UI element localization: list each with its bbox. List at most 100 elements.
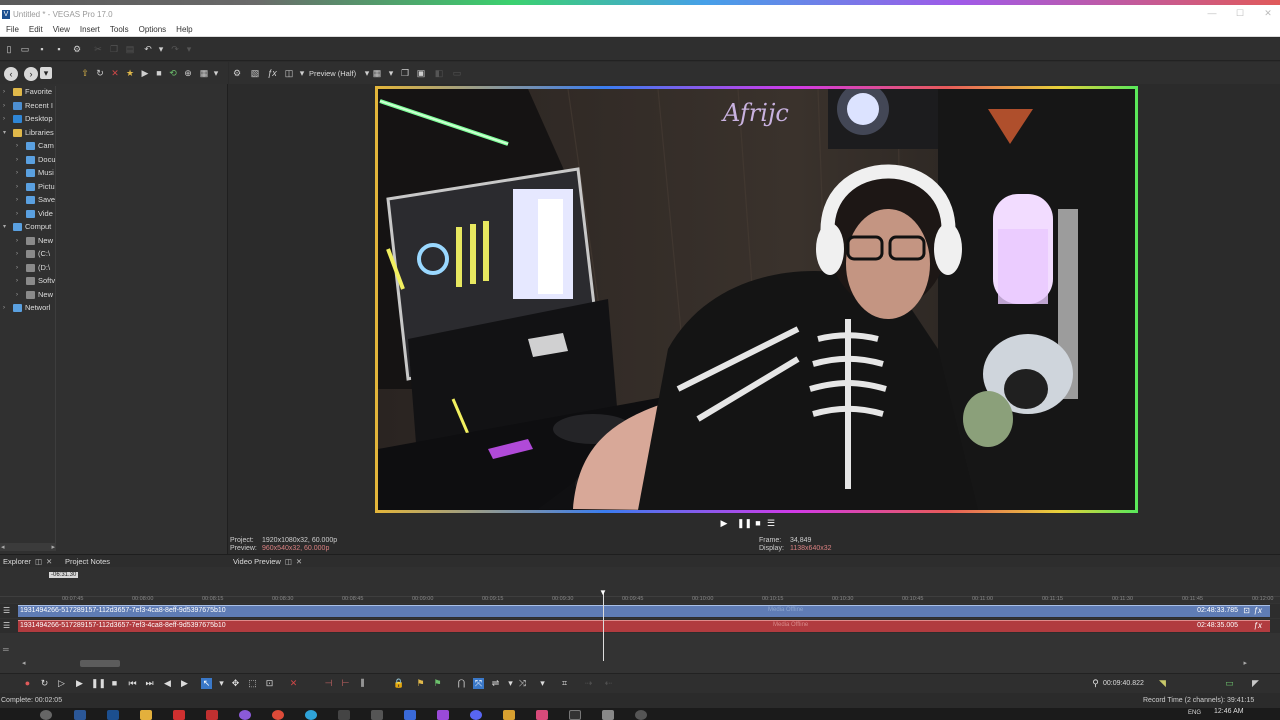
expand-arrow-icon[interactable]: › [3, 302, 9, 314]
close-button[interactable]: ✕ [1262, 8, 1274, 20]
expand-arrow-icon[interactable]: › [16, 140, 22, 152]
split-screen-icon[interactable]: ▧ [250, 68, 260, 78]
loop-end-icon[interactable]: ◤ [1250, 678, 1261, 689]
crossfade-icon[interactable]: ⤨ [517, 678, 528, 689]
grid-icon[interactable]: ▦ [372, 68, 382, 78]
previous-frame-icon[interactable]: ◀ [162, 678, 173, 689]
tree-item[interactable]: › Favorite [0, 86, 56, 99]
split-icon[interactable]: ⫼ [357, 678, 368, 689]
go-to-start-icon[interactable]: ⏮ [127, 678, 138, 689]
selection-tool-icon[interactable]: ⬚ [247, 678, 258, 689]
preview-play-icon[interactable]: ▶ [719, 518, 729, 528]
edge-taskbar-icon[interactable] [305, 710, 317, 720]
save-as-icon[interactable]: ▪ [54, 44, 64, 54]
tree-item[interactable]: › Musi [0, 167, 56, 180]
tab-explorer[interactable]: Explorer ◫ ✕ [3, 557, 52, 566]
master-bus-icon[interactable]: ═ [3, 645, 9, 654]
explorer-scrollbar[interactable]: ◂ ▸ [0, 543, 56, 551]
scroll-right-icon[interactable]: ▸ [1243, 659, 1247, 667]
taskbar-lang[interactable]: ENG [1188, 710, 1201, 716]
taskbar-app-icon[interactable] [74, 710, 86, 720]
vegas-taskbar-icon[interactable] [107, 710, 119, 720]
expand-arrow-icon[interactable]: › [16, 167, 22, 179]
tree-item[interactable]: › Cam [0, 140, 56, 153]
tree-item[interactable]: › Docu [0, 154, 56, 167]
tree-item[interactable]: › New [0, 235, 56, 248]
refresh-icon[interactable]: ↻ [95, 68, 105, 78]
zoom-tool-icon[interactable]: ⊡ [264, 678, 275, 689]
tree-item[interactable]: › Desktop [0, 113, 56, 126]
edit-tool-dropdown-icon[interactable]: ▾ [216, 678, 227, 689]
tree-item[interactable]: › New [0, 289, 56, 302]
video-event[interactable]: 1931494266-517289157-112d3657-7ef3-4ca8-… [18, 605, 1270, 617]
overlays-dropdown-icon[interactable]: ▾ [297, 68, 307, 78]
expand-arrow-icon[interactable]: › [16, 275, 22, 287]
go-to-end-icon[interactable]: ⏭ [144, 678, 155, 689]
selection-region-icon[interactable]: ▭ [1224, 678, 1235, 689]
menu-file[interactable]: File [2, 23, 23, 36]
taskbar-app-icon[interactable] [206, 710, 218, 720]
delete-event-icon[interactable]: ✕ [288, 678, 299, 689]
timeline-scrollbar[interactable]: ◂ ▸ [22, 659, 1247, 668]
taskbar-app-icon[interactable] [437, 710, 449, 720]
menu-options[interactable]: Options [135, 23, 171, 36]
event-fx-icon[interactable]: ƒx [1254, 606, 1262, 615]
media-generator-icon[interactable]: ⇠ [603, 678, 614, 689]
views-dropdown-icon[interactable]: ▾ [40, 67, 52, 79]
taskbar-clock[interactable]: 12:46 AM [1214, 708, 1244, 715]
discord-taskbar-icon[interactable] [470, 710, 482, 720]
play-icon[interactable]: ▶ [74, 678, 85, 689]
scopes-icon[interactable]: ◧ [434, 68, 444, 78]
expand-arrow-icon[interactable]: › [16, 248, 22, 260]
playhead-cursor[interactable]: ▼ [599, 588, 607, 661]
tab-video-preview[interactable]: Video Preview ◫ ✕ [233, 557, 302, 566]
crossfade-dropdown-icon[interactable]: ▾ [537, 678, 548, 689]
expand-arrow-icon[interactable]: › [16, 181, 22, 193]
menu-edit[interactable]: Edit [25, 23, 47, 36]
expand-arrow-icon[interactable]: ▾ [3, 127, 9, 139]
taskbar-app-icon[interactable] [338, 710, 350, 720]
normal-edit-tool-icon[interactable]: ↖ [201, 678, 212, 689]
search-icon[interactable] [40, 710, 52, 720]
audio-fx-icon[interactable]: ƒx [1254, 621, 1262, 630]
taskbar-app-icon[interactable] [173, 710, 185, 720]
copy-snapshot-icon[interactable]: ❐ [400, 68, 410, 78]
playhead-marker-icon[interactable]: ▼ [599, 588, 607, 597]
tab-project-notes[interactable]: Project Notes [65, 557, 110, 566]
tree-item[interactable]: ▾ Libraries [0, 127, 56, 140]
envelope-tool-icon[interactable]: ✥ [230, 678, 241, 689]
expand-arrow-icon[interactable]: › [16, 154, 22, 166]
preview-device-gear-icon[interactable]: ⚙ [232, 68, 242, 78]
overlays-icon[interactable]: ◫ [284, 68, 294, 78]
insert-region-icon[interactable]: ⚑ [432, 678, 443, 689]
redo-dropdown-icon[interactable]: ▾ [184, 44, 194, 54]
tab-explorer-close-icon[interactable]: ✕ [46, 557, 52, 566]
grid-dropdown-icon[interactable]: ▾ [386, 68, 396, 78]
lock-envelopes-icon[interactable]: ⌗ [559, 678, 570, 689]
auto-ripple-dropdown-icon[interactable]: ▾ [505, 678, 516, 689]
fx-icon[interactable]: ƒx [267, 68, 277, 78]
trim-start-icon[interactable]: ⊣ [323, 678, 334, 689]
explorer-views-dropdown-icon[interactable]: ▾ [211, 68, 221, 78]
up-folder-icon[interactable]: ⇧ [80, 68, 90, 78]
scroll-left-icon[interactable]: ◂ [1, 543, 5, 551]
menu-insert[interactable]: Insert [76, 23, 104, 36]
tree-item[interactable]: › Vide [0, 208, 56, 221]
video-track-menu-icon[interactable]: ☰ [3, 606, 10, 615]
expand-arrow-icon[interactable]: › [16, 262, 22, 274]
loop-region-icon[interactable]: ◥ [1157, 678, 1168, 689]
audio-track-menu-icon[interactable]: ☰ [3, 621, 10, 630]
tree-item[interactable]: › Networl [0, 302, 56, 315]
new-project-icon[interactable]: ▯ [4, 44, 14, 54]
lock-icon[interactable]: 🔒 [393, 678, 404, 689]
snapping-icon[interactable]: ⋂ [456, 678, 467, 689]
menu-tools[interactable]: Tools [106, 23, 133, 36]
auto-ripple-mode-icon[interactable]: ⇌ [490, 678, 501, 689]
audio-event[interactable]: 1931494266-517289157-112d3657-7ef3-4ca8-… [18, 620, 1270, 632]
tree-item[interactable]: › Save [0, 194, 56, 207]
play-from-start-icon[interactable]: ▷ [56, 678, 67, 689]
paste-icon[interactable]: ▤ [125, 44, 135, 54]
file-explorer-taskbar-icon[interactable] [140, 710, 152, 720]
obs-taskbar-icon[interactable] [569, 710, 581, 720]
ignore-grouping-icon[interactable]: ⇢ [583, 678, 594, 689]
